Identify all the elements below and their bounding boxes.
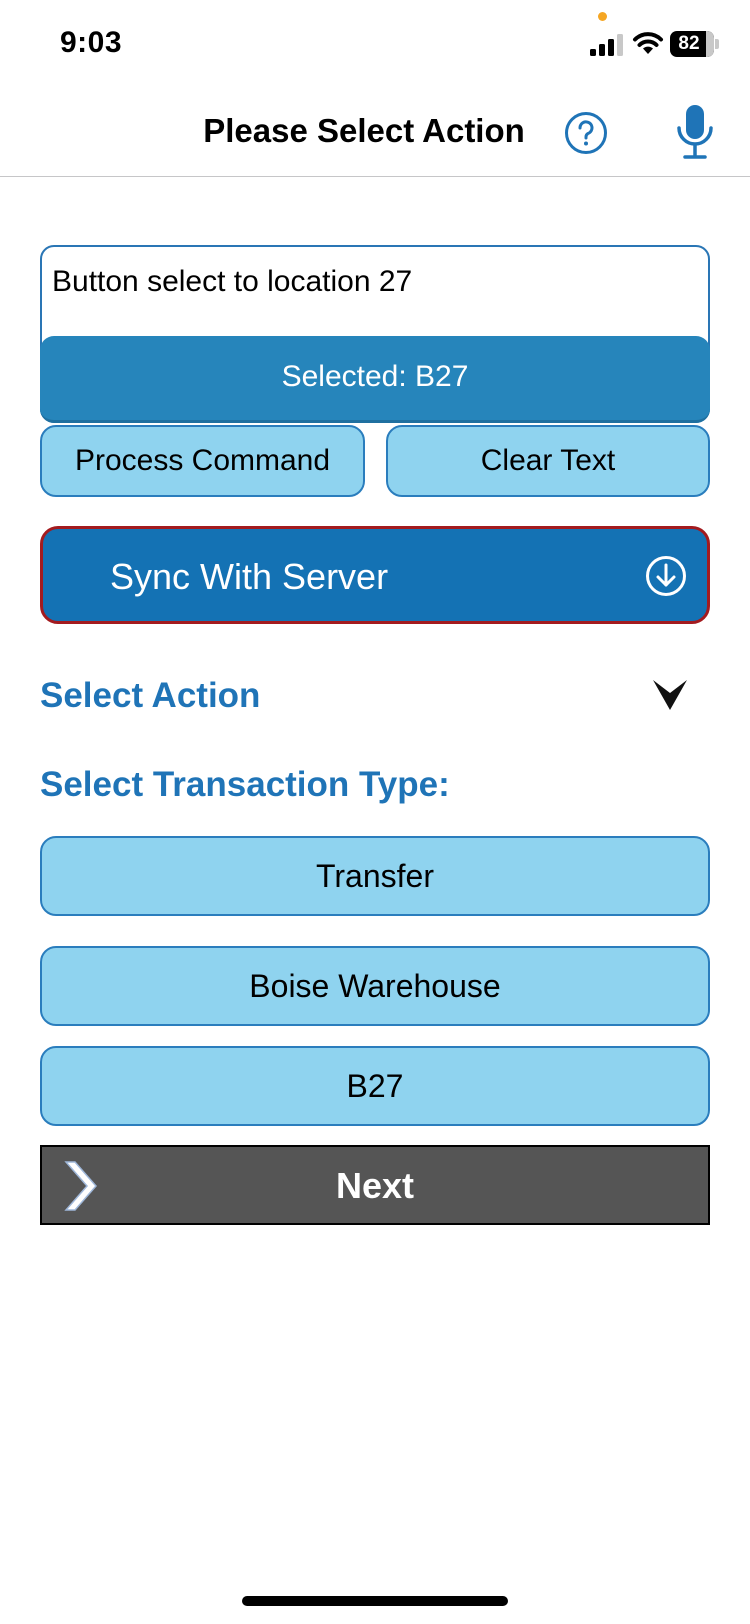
clear-text-button[interactable]: Clear Text [386,425,710,497]
battery-icon: 82 [670,31,720,57]
selected-indicator: Selected: B27 [40,336,710,423]
status-time: 9:03 [60,26,123,59]
transaction-option-transfer[interactable]: Transfer [40,836,710,916]
select-action-dropdown[interactable]: Select Action [40,676,260,716]
next-button[interactable]: Next [40,1145,710,1225]
sync-with-server-button[interactable]: Sync With Server [40,526,710,624]
microphone-icon[interactable] [674,104,716,162]
battery-cap [715,39,719,49]
help-icon[interactable] [564,111,608,155]
home-indicator[interactable] [242,1596,508,1606]
transaction-option-location[interactable]: B27 [40,1046,710,1126]
page-title: Please Select Action [203,112,525,149]
next-label: Next [335,1165,415,1206]
status-bar: 9:03 82 [0,0,750,90]
battery-body: 82 [670,31,714,57]
privacy-indicator [598,12,607,21]
screen: 9:03 82 Please Select Action Button sele… [0,0,750,1624]
selected-text: Selected: B27 [281,360,469,393]
transaction-option-warehouse[interactable]: Boise Warehouse [40,946,710,1026]
command-text: Button select to location 27 [52,265,413,298]
transaction-type-heading: Select Transaction Type: [40,765,450,804]
wifi-icon [633,32,663,54]
sync-label: Sync With Server [110,556,389,597]
process-command-button[interactable]: Process Command [40,425,365,497]
chevron-down-icon[interactable] [650,674,690,714]
nav-bar: Please Select Action [0,90,750,177]
download-circle-icon [646,556,686,596]
signal-icon [590,34,623,56]
battery-level: 82 [678,33,700,54]
